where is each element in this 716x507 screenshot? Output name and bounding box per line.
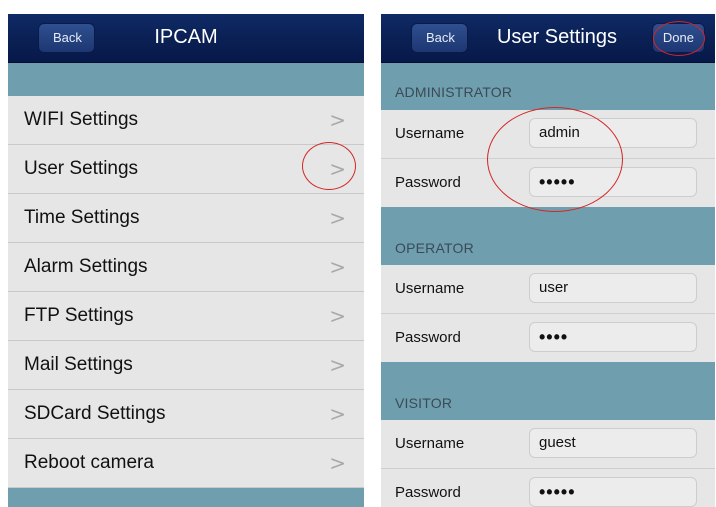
password-label: Password bbox=[395, 484, 461, 501]
username-label: Username bbox=[395, 125, 465, 142]
password-field[interactable]: ••••• bbox=[529, 167, 697, 197]
menu-item-ftp-settings[interactable]: FTP Settings > bbox=[8, 292, 364, 341]
user-settings-screen: Back User Settings Done ADMINISTRATOR Us… bbox=[381, 14, 715, 507]
menu-item-reboot-camera[interactable]: Reboot camera > bbox=[8, 439, 364, 488]
password-label: Password bbox=[395, 174, 461, 191]
visitor-group: Username guest Password ••••• bbox=[381, 420, 715, 507]
menu-item-label: WIFI Settings bbox=[24, 109, 139, 130]
chevron-right-icon: > bbox=[329, 108, 346, 132]
menu-item-label: Alarm Settings bbox=[24, 256, 148, 277]
page-title: IPCAM bbox=[154, 26, 218, 48]
navigation-bar: Back IPCAM bbox=[8, 14, 364, 63]
username-row: Username admin bbox=[381, 110, 715, 159]
password-row: Password ••••• bbox=[381, 159, 715, 207]
menu-item-label: FTP Settings bbox=[24, 305, 134, 326]
section-header-administrator: ADMINISTRATOR bbox=[395, 84, 513, 100]
password-field[interactable]: •••• bbox=[529, 322, 697, 352]
menu-item-wifi-settings[interactable]: WIFI Settings > bbox=[8, 96, 364, 145]
menu-item-mail-settings[interactable]: Mail Settings > bbox=[8, 341, 364, 390]
back-button[interactable]: Back bbox=[38, 23, 95, 53]
navigation-bar: Back User Settings Done bbox=[381, 14, 715, 63]
username-field[interactable]: guest bbox=[529, 428, 697, 458]
menu-item-sdcard-settings[interactable]: SDCard Settings > bbox=[8, 390, 364, 439]
username-label: Username bbox=[395, 280, 465, 297]
menu-item-label: User Settings bbox=[24, 158, 139, 179]
password-row: Password ••••• bbox=[381, 469, 715, 507]
settings-menu: WIFI Settings > User Settings > Time Set… bbox=[8, 96, 364, 488]
password-label: Password bbox=[395, 329, 461, 346]
menu-item-label: Mail Settings bbox=[24, 354, 133, 375]
menu-item-user-settings[interactable]: User Settings > bbox=[8, 145, 364, 194]
chevron-right-icon: > bbox=[329, 353, 346, 377]
menu-item-label: SDCard Settings bbox=[24, 403, 166, 424]
back-button[interactable]: Back bbox=[411, 23, 468, 53]
administrator-group: Username admin Password ••••• bbox=[381, 110, 715, 207]
page-title: User Settings bbox=[496, 26, 618, 48]
chevron-right-icon: > bbox=[329, 451, 346, 475]
username-field[interactable]: user bbox=[529, 273, 697, 303]
section-header-operator: OPERATOR bbox=[395, 240, 474, 256]
password-field[interactable]: ••••• bbox=[529, 477, 697, 507]
menu-item-time-settings[interactable]: Time Settings > bbox=[8, 194, 364, 243]
username-row: Username user bbox=[381, 265, 715, 314]
chevron-right-icon: > bbox=[329, 157, 346, 181]
chevron-right-icon: > bbox=[329, 206, 346, 230]
done-button[interactable]: Done bbox=[651, 23, 705, 53]
chevron-right-icon: > bbox=[329, 402, 346, 426]
menu-item-alarm-settings[interactable]: Alarm Settings > bbox=[8, 243, 364, 292]
chevron-right-icon: > bbox=[329, 255, 346, 279]
menu-item-label: Time Settings bbox=[24, 207, 140, 228]
password-row: Password •••• bbox=[381, 314, 715, 362]
section-header-visitor: VISITOR bbox=[395, 395, 453, 411]
ipcam-menu-screen: Back IPCAM WIFI Settings > User Settings… bbox=[8, 14, 364, 507]
username-label: Username bbox=[395, 435, 465, 452]
username-row: Username guest bbox=[381, 420, 715, 469]
menu-item-label: Reboot camera bbox=[24, 452, 154, 473]
chevron-right-icon: > bbox=[329, 304, 346, 328]
username-field[interactable]: admin bbox=[529, 118, 697, 148]
operator-group: Username user Password •••• bbox=[381, 265, 715, 362]
